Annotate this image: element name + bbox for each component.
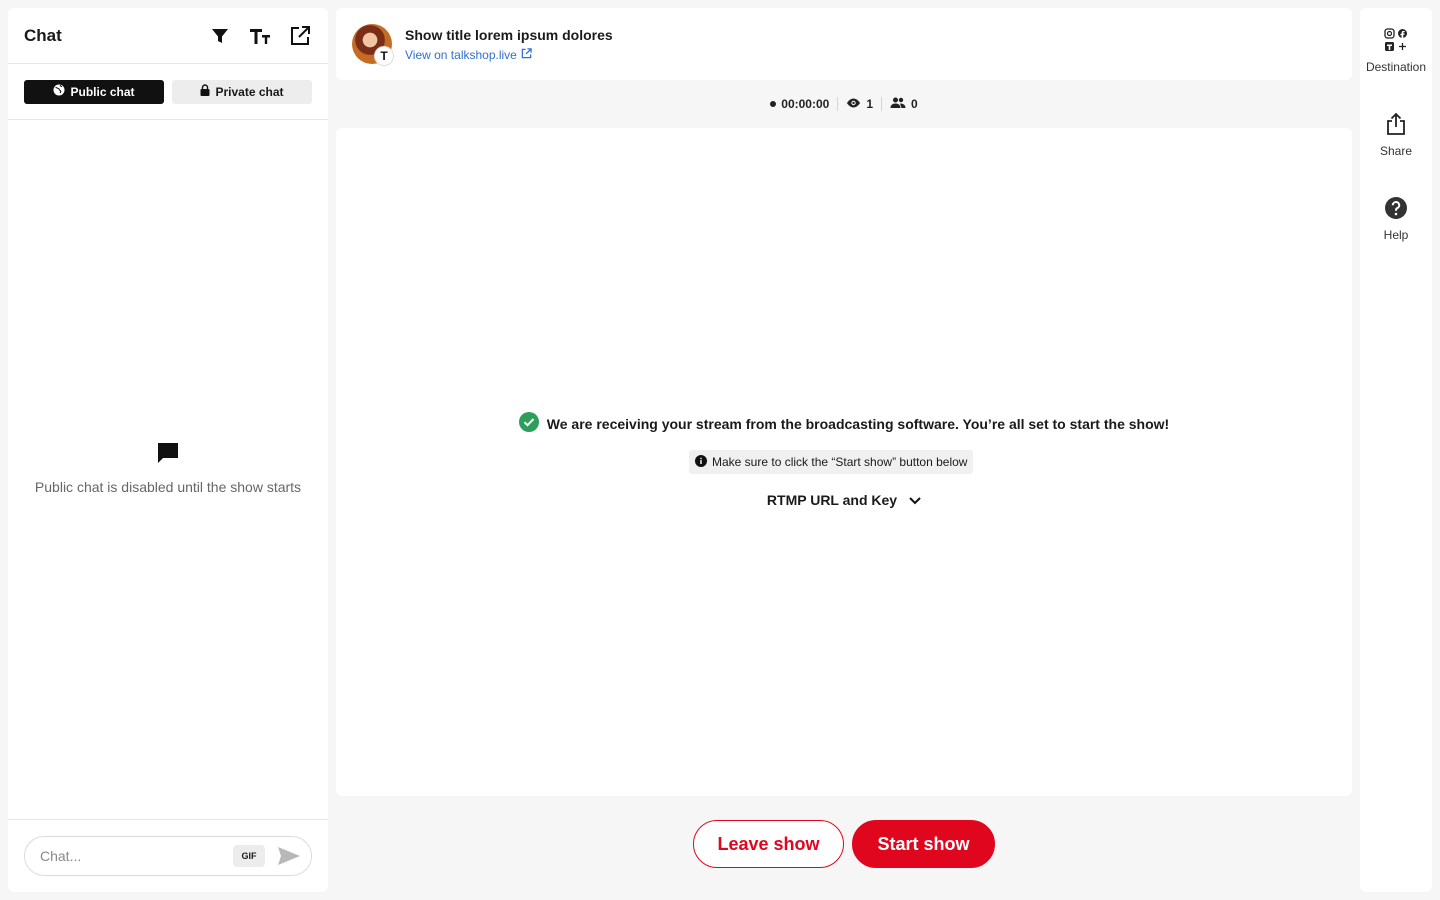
- start-show-button[interactable]: Start show: [852, 820, 995, 868]
- chat-footer: GIF: [8, 819, 328, 892]
- text-size-icon[interactable]: [248, 24, 272, 48]
- stream-ready-message: We are receiving your stream from the br…: [336, 412, 1352, 435]
- start-show-hint-text: Make sure to click the “Start show” butt…: [712, 455, 968, 469]
- stream-ready-text: We are receiving your stream from the br…: [546, 415, 1170, 432]
- eye-icon: [846, 97, 861, 111]
- view-on-site-label: View on talkshop.live: [405, 47, 517, 62]
- leave-show-button[interactable]: Leave show: [693, 820, 844, 868]
- avatar: T: [352, 24, 394, 66]
- chat-panel: Chat Public chat Private chat Public cha…: [8, 8, 328, 892]
- rail-share-label: Share: [1379, 144, 1413, 158]
- destination-social-icon: [1382, 26, 1410, 54]
- chat-empty-text: Public chat is disabled until the show s…: [34, 479, 302, 495]
- chat-header: Chat: [8, 8, 328, 64]
- stream-timer: 00:00:00: [762, 97, 837, 111]
- filter-icon[interactable]: [208, 24, 232, 48]
- rtmp-label: RTMP URL and Key: [766, 492, 898, 508]
- rail-help-label: Help: [1383, 228, 1409, 242]
- chat-tools: [208, 24, 312, 48]
- tab-private-chat[interactable]: Private chat: [172, 79, 312, 104]
- right-rail: Destination Share Help: [1360, 8, 1432, 892]
- share-icon: [1382, 110, 1410, 138]
- participant-count-value: 0: [911, 97, 918, 111]
- rtmp-toggle[interactable]: RTMP URL and Key: [336, 492, 1352, 508]
- viewer-count: 1: [837, 97, 881, 111]
- lock-icon: [200, 84, 210, 99]
- help-icon: [1382, 194, 1410, 222]
- brand-badge: T: [374, 46, 394, 66]
- tab-public-chat[interactable]: Public chat: [24, 79, 164, 104]
- info-icon: [695, 454, 707, 470]
- external-open-icon[interactable]: [288, 24, 312, 48]
- show-header: T Show title lorem ipsum dolores View on…: [336, 8, 1352, 80]
- gif-button[interactable]: GIF: [233, 845, 265, 867]
- chat-title: Chat: [24, 25, 62, 45]
- chat-tabs: Public chat Private chat: [8, 64, 328, 120]
- rail-destination-label: Destination: [1365, 60, 1427, 74]
- timer-value: 00:00:00: [781, 97, 830, 111]
- rail-item-destination[interactable]: Destination: [1360, 26, 1432, 74]
- tab-public-chat-label: Public chat: [70, 84, 135, 99]
- viewer-count-value: 1: [866, 97, 874, 111]
- recording-dot-icon: [770, 101, 777, 107]
- check-circle-icon: [518, 412, 539, 435]
- chat-input[interactable]: [40, 848, 233, 864]
- rail-item-share[interactable]: Share: [1360, 110, 1432, 158]
- stream-stats: 00:00:00 1 0: [336, 94, 1352, 114]
- stream-stage: We are receiving your stream from the br…: [336, 128, 1352, 796]
- chat-empty-state: Public chat is disabled until the show s…: [8, 442, 328, 495]
- view-on-site-link[interactable]: View on talkshop.live: [405, 48, 613, 62]
- people-icon: [890, 97, 906, 111]
- external-link-icon: [521, 47, 532, 62]
- chat-input-wrapper: GIF: [24, 836, 312, 876]
- chat-bubble-icon: [157, 442, 179, 469]
- show-title: Show title lorem ipsum dolores: [405, 26, 613, 43]
- start-show-hint: Make sure to click the “Start show” butt…: [689, 450, 974, 474]
- show-info: Show title lorem ipsum dolores View on t…: [405, 27, 613, 62]
- rail-item-help[interactable]: Help: [1360, 194, 1432, 242]
- send-icon[interactable]: [275, 842, 303, 870]
- tab-private-chat-label: Private chat: [215, 84, 284, 99]
- globe-icon: [53, 84, 65, 99]
- chevron-down-icon: [909, 492, 921, 508]
- participant-count: 0: [881, 97, 926, 111]
